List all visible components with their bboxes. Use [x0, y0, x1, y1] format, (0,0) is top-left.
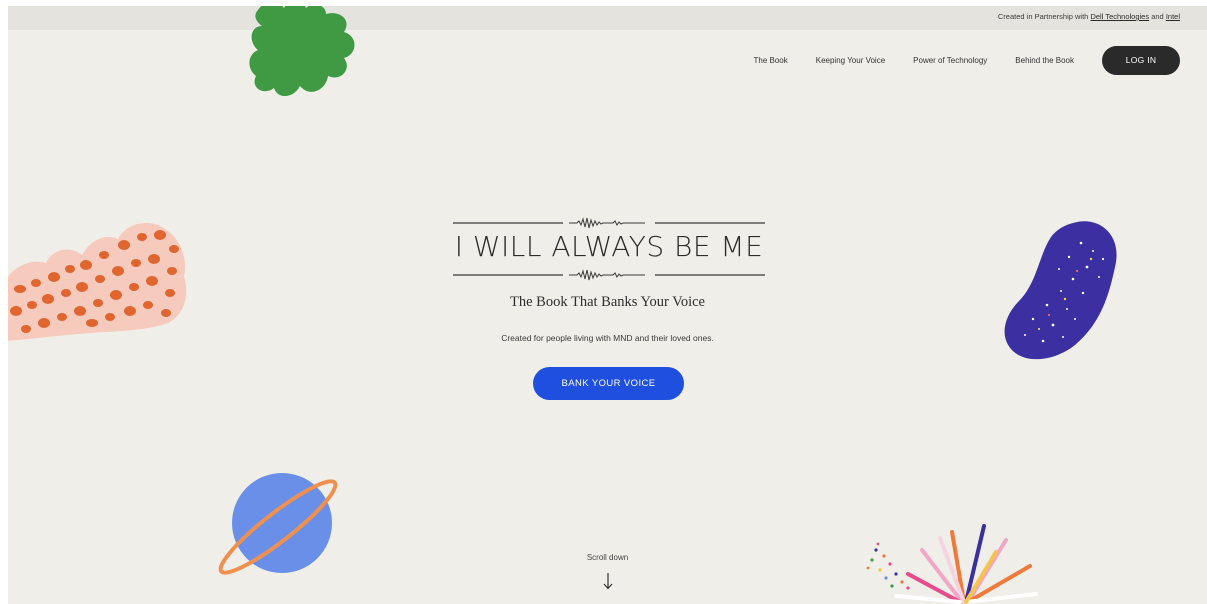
bottom-waveform-rule	[453, 269, 765, 281]
hero-logo: I WILL ALWAYS BE ME	[451, 211, 767, 286]
nav-item-power-of-technology[interactable]: Power of Technology	[913, 56, 987, 65]
color-burst-decoration	[866, 524, 1038, 604]
page-frame: Created in Partnership with Dell Technol…	[8, 6, 1207, 604]
planet-decoration	[218, 473, 338, 575]
hero-tagline: Created for people living with MND and t…	[501, 333, 714, 343]
main-nav: The Book Keeping Your Voice Power of Tec…	[754, 46, 1180, 75]
spotted-cloud-decoration	[8, 223, 187, 341]
partnership-and: and	[1151, 12, 1164, 21]
hero-subtitle: The Book That Banks Your Voice	[510, 294, 705, 310]
nav-item-behind-the-book[interactable]: Behind the Book	[1015, 56, 1074, 65]
arrow-down-icon[interactable]	[598, 571, 618, 591]
leaf-decoration	[249, 6, 355, 96]
partnership-text: Created in Partnership with	[997, 12, 1089, 21]
bank-your-voice-button[interactable]: BANK YOUR VOICE	[533, 367, 684, 400]
top-waveform-rule	[453, 217, 765, 229]
login-button[interactable]: LOG IN	[1102, 46, 1180, 75]
dell-link[interactable]: Dell Technologies	[1090, 12, 1149, 21]
scroll-down-label[interactable]: Scroll down	[8, 553, 1207, 562]
intel-link[interactable]: Intel	[1166, 12, 1180, 21]
partnership-bar: Created in Partnership with Dell Technol…	[8, 6, 1207, 30]
nav-item-the-book[interactable]: The Book	[754, 56, 788, 65]
starry-blob-decoration	[1004, 221, 1117, 360]
nav-item-keeping-your-voice[interactable]: Keeping Your Voice	[816, 56, 885, 65]
logo-text: I WILL ALWAYS BE ME	[454, 230, 764, 263]
